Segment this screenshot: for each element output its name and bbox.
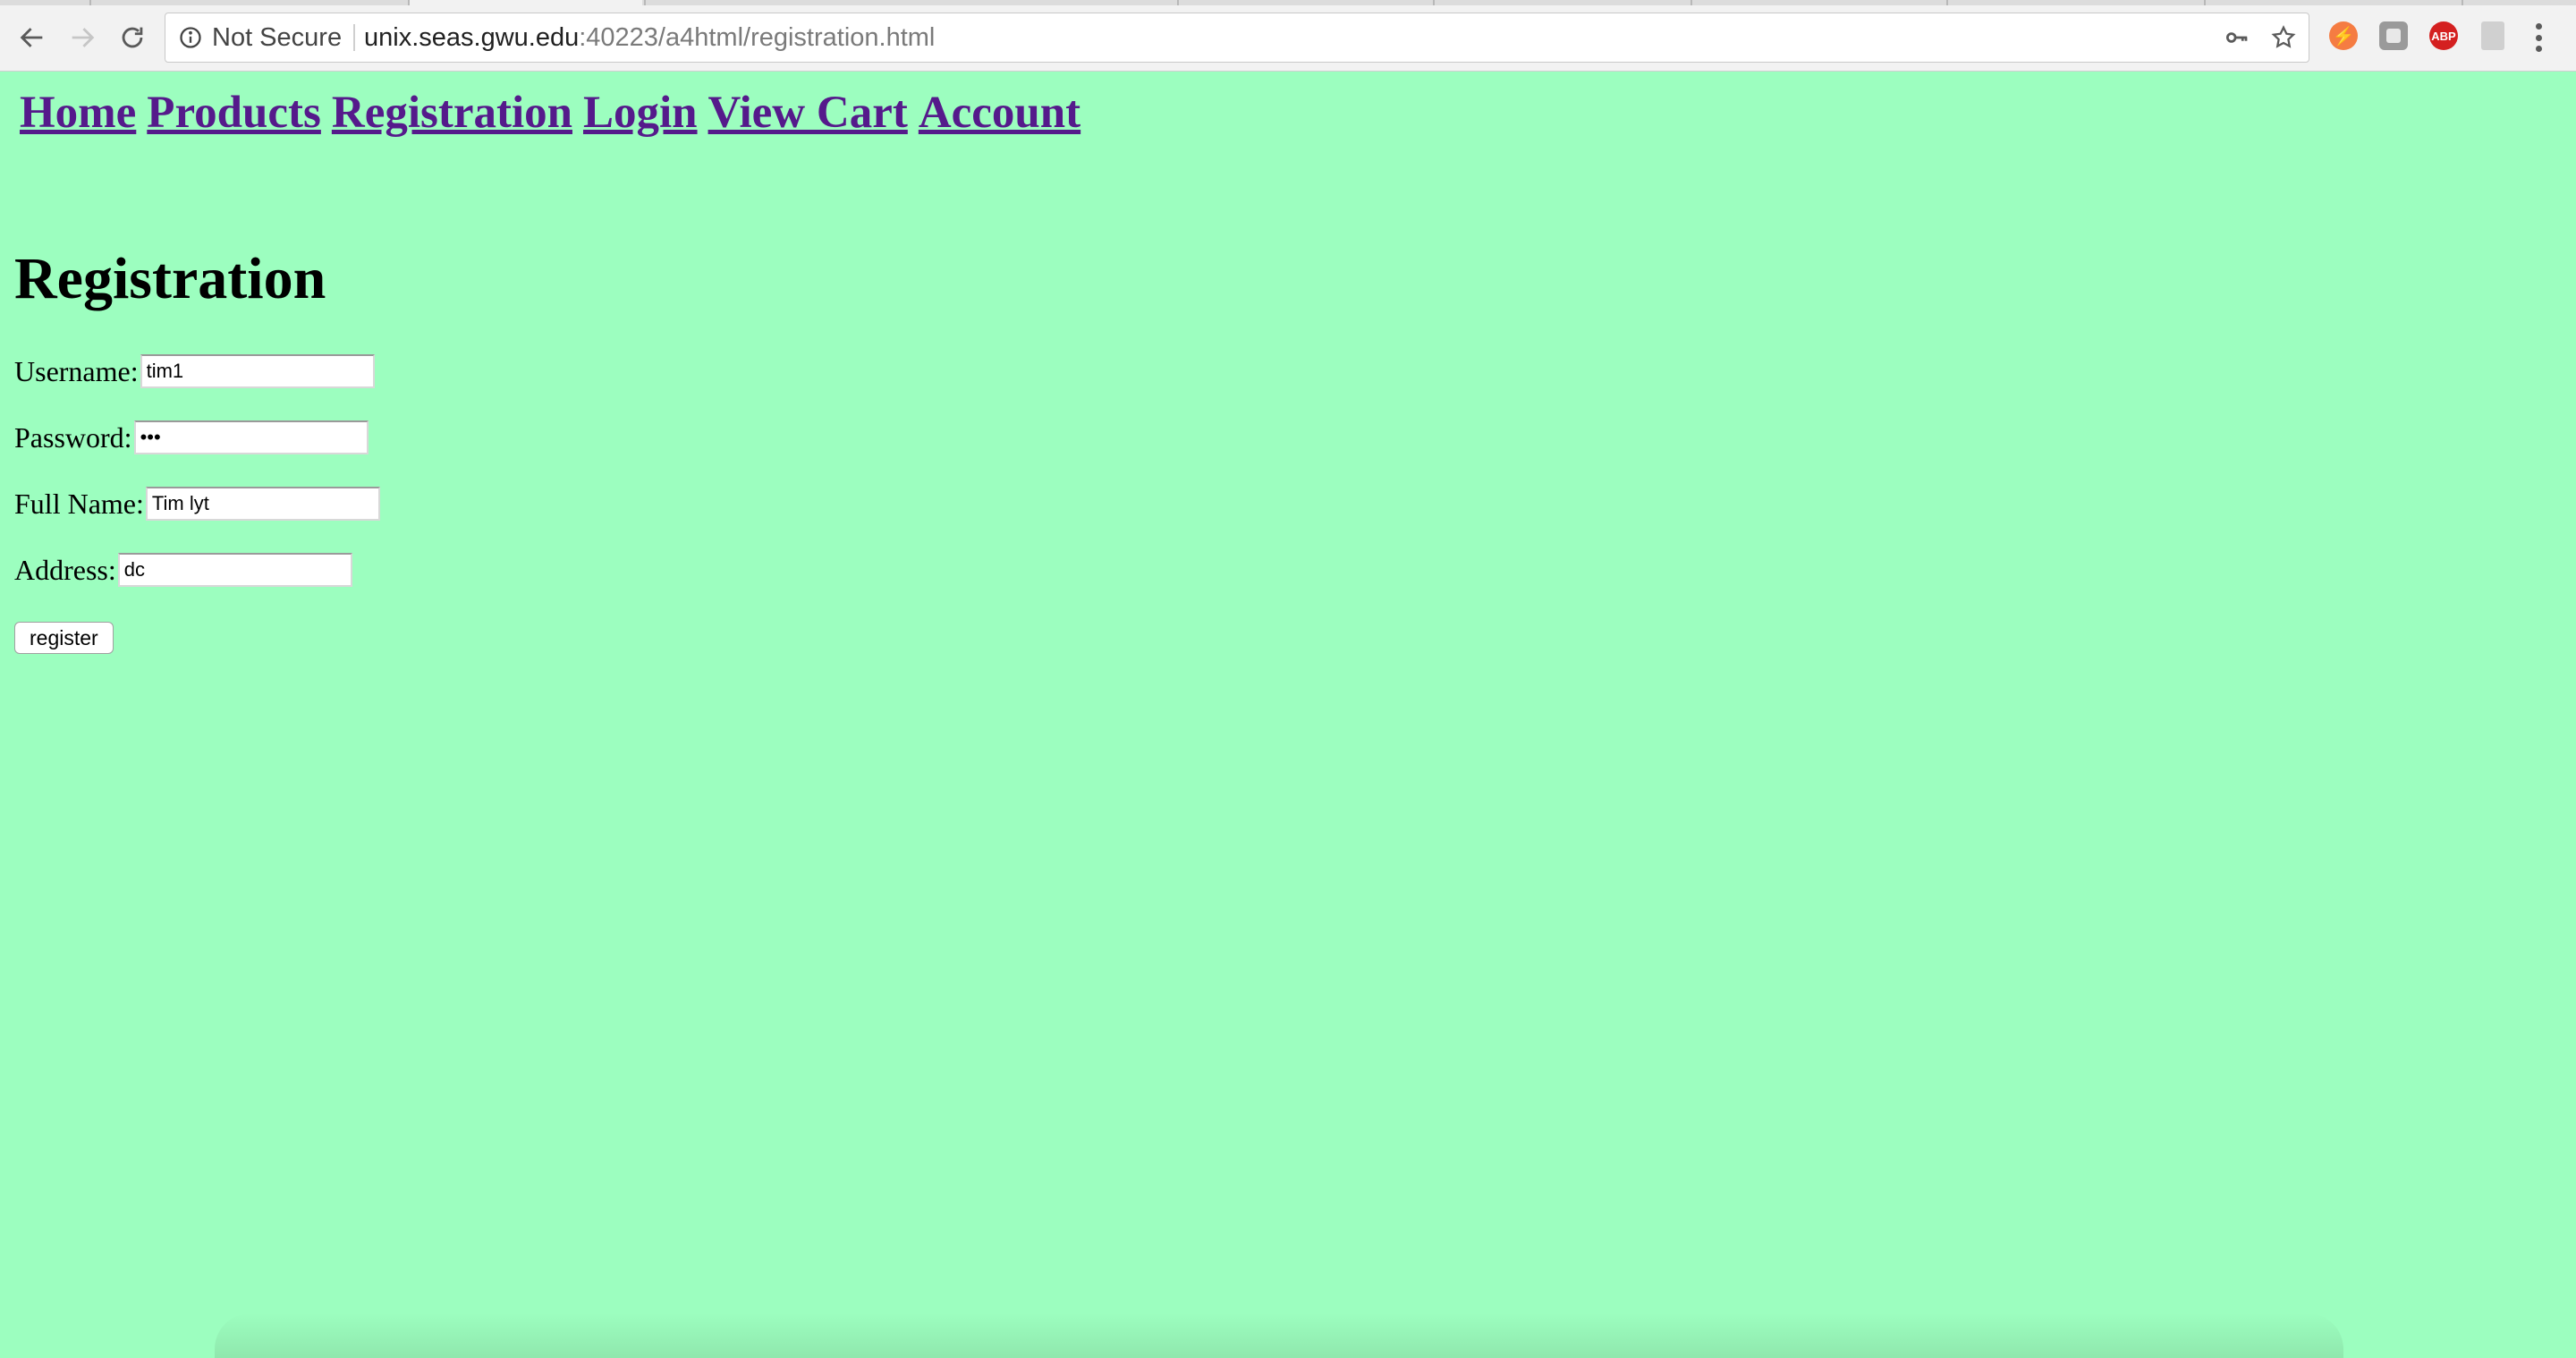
tab-divider: [2462, 0, 2463, 5]
username-label: Username:: [14, 354, 139, 387]
nav-link-products[interactable]: Products: [147, 88, 321, 138]
password-row: Password:: [14, 420, 369, 454]
gray-extension-icon[interactable]: [2379, 21, 2408, 50]
menu-dot: [2535, 23, 2542, 30]
tab-divider: [2204, 0, 2206, 5]
username-field[interactable]: [140, 354, 375, 388]
menu-dot: [2535, 34, 2542, 41]
forward-arrow-icon: [72, 28, 95, 47]
active-tab[interactable]: [410, 0, 642, 5]
tab-divider: [1433, 0, 1435, 5]
nav-link-home[interactable]: Home: [20, 88, 136, 138]
nav-link-login[interactable]: Login: [583, 88, 698, 138]
tab-divider: [644, 0, 646, 5]
username-row: Username:: [14, 354, 375, 388]
browser-chrome: Not Secure unix.seas.gwu.edu:40223/a4htm…: [0, 0, 2576, 72]
tab-divider: [89, 0, 91, 5]
forward-button[interactable]: [63, 18, 102, 57]
nav-link-account[interactable]: Account: [919, 88, 1080, 138]
reload-icon: [122, 27, 143, 48]
menu-dots-icon[interactable]: [2528, 20, 2549, 55]
tab-divider: [1177, 0, 1179, 5]
register-button[interactable]: register: [14, 622, 114, 654]
site-nav: Home Products Registration Login View Cart Ac…: [20, 87, 1091, 139]
fullname-row: Full Name:: [14, 487, 380, 521]
bottom-shadow: [215, 1313, 2343, 1358]
security-label: Not Secure: [212, 22, 343, 52]
password-field[interactable]: [133, 420, 369, 454]
url-text[interactable]: unix.seas.gwu.edu:40223/a4html/registrat…: [364, 13, 935, 62]
address-field[interactable]: [117, 553, 352, 587]
fullname-field[interactable]: [145, 487, 380, 521]
url-host: unix.seas.gwu.edu: [364, 23, 580, 52]
orange-extension-icon[interactable]: ⚡: [2329, 21, 2358, 50]
nav-link-view-cart[interactable]: View Cart: [708, 88, 908, 138]
tab-strip: [0, 0, 2576, 5]
tab-divider: [1690, 0, 1692, 5]
address-row: Address:: [14, 553, 352, 587]
reload-button[interactable]: [113, 18, 152, 57]
page-content: Home Products Registration Login View Cart Ac…: [0, 72, 2576, 1358]
document-extension-icon[interactable]: [2481, 21, 2504, 50]
adblock-icon[interactable]: ABP: [2429, 21, 2458, 50]
address-label: Address:: [14, 553, 116, 586]
password-label: Password:: [14, 420, 132, 454]
back-arrow-icon: [20, 28, 43, 47]
key-icon: [2226, 32, 2248, 43]
menu-dot: [2535, 46, 2542, 52]
star-icon: [2271, 25, 2296, 48]
saved-password-button[interactable]: [2221, 21, 2253, 54]
omnibox-divider: [353, 24, 355, 51]
address-bar[interactable]: Not Secure unix.seas.gwu.edu:40223/a4htm…: [165, 13, 2309, 63]
page-title: Registration: [14, 246, 326, 311]
url-path: :40223/a4html/registration.html: [579, 23, 936, 52]
tab-divider: [1946, 0, 1948, 5]
bookmark-button[interactable]: [2267, 21, 2300, 54]
nav-link-registration[interactable]: Registration: [332, 88, 572, 138]
info-icon: [180, 27, 201, 48]
security-indicator[interactable]: Not Secure: [178, 13, 342, 62]
fullname-label: Full Name:: [14, 487, 144, 520]
back-button[interactable]: [13, 18, 52, 57]
